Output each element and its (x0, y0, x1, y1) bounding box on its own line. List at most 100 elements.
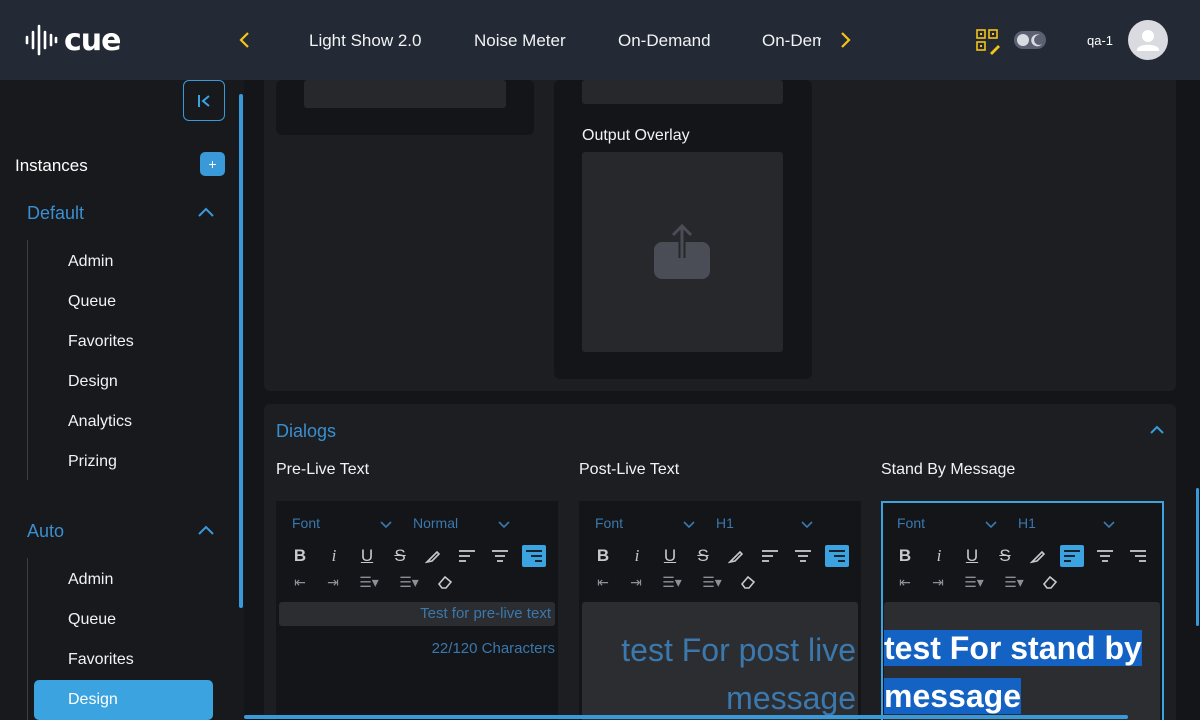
sidebar-item-favorites[interactable]: Favorites (68, 651, 134, 669)
ordered-list-button[interactable]: ☰▾ (960, 573, 988, 591)
align-center-button[interactable] (1094, 546, 1116, 566)
font-select[interactable]: Font (292, 515, 320, 531)
stand-by-editor: Font H1 B i U S ⇤ ⇥ ☰▾ ☰▾ test For stand… (881, 501, 1164, 720)
underline-button[interactable]: U (961, 546, 983, 566)
align-center-icon (795, 550, 811, 562)
sidebar-item-favorites[interactable]: Favorites (68, 333, 134, 351)
strike-button[interactable]: S (994, 546, 1016, 566)
stand-by-input[interactable]: test For stand by message (884, 602, 1160, 720)
chevron-down-icon[interactable] (683, 521, 695, 529)
theme-toggle-icon[interactable] (1014, 31, 1046, 49)
clear-format-button[interactable] (1039, 573, 1061, 591)
sidebar-scrollbar[interactable] (239, 94, 243, 608)
chevron-up-icon[interactable] (197, 524, 215, 536)
italic-button[interactable]: i (626, 546, 648, 566)
align-right-icon (1130, 550, 1146, 562)
size-select[interactable]: H1 (1018, 515, 1036, 531)
vertical-scrollbar[interactable] (1196, 488, 1199, 626)
qr-code-icon[interactable] (976, 29, 1002, 55)
sidebar-item-queue[interactable]: Queue (68, 611, 116, 629)
add-instance-button[interactable]: + (200, 152, 225, 176)
sidebar-item-active-bg[interactable] (34, 680, 213, 720)
indent-button[interactable]: ⇥ (927, 573, 949, 591)
sidebar-item-design-active[interactable]: Design (68, 691, 118, 709)
bold-button[interactable]: B (289, 546, 311, 566)
size-select[interactable]: Normal (413, 515, 458, 531)
avatar[interactable] (1128, 20, 1168, 60)
italic-button[interactable]: i (928, 546, 950, 566)
chevron-down-icon[interactable] (801, 521, 813, 529)
indent-button[interactable]: ⇥ (625, 573, 647, 591)
stand-by-line-2: message (884, 678, 1021, 714)
align-center-button[interactable] (792, 546, 814, 566)
horizontal-scrollbar[interactable] (244, 715, 1128, 719)
ordered-list-button[interactable]: ☰▾ (355, 573, 383, 591)
align-right-button[interactable] (522, 545, 546, 567)
align-left-button[interactable] (759, 546, 781, 566)
highlight-button[interactable] (725, 546, 747, 566)
asset-preview[interactable] (304, 80, 506, 108)
sidebar-item-analytics[interactable]: Analytics (68, 413, 132, 431)
bullet-list-button[interactable]: ☰▾ (697, 573, 727, 591)
stand-by-line-1: test For stand by (884, 630, 1142, 666)
bold-button[interactable]: B (894, 546, 916, 566)
sidebar-item-admin[interactable]: Admin (68, 571, 113, 589)
align-right-button[interactable] (825, 545, 849, 567)
nav-prev-button[interactable] (232, 28, 256, 52)
align-right-icon (526, 550, 542, 562)
nav-next-button[interactable] (834, 28, 858, 52)
tab-on-demand[interactable]: On-Demand (618, 31, 711, 51)
underline-button[interactable]: U (659, 546, 681, 566)
clear-format-button[interactable] (434, 573, 456, 591)
sidebar-item-queue[interactable]: Queue (68, 293, 116, 311)
group-default-title[interactable]: Default (27, 203, 84, 224)
align-center-button[interactable] (489, 546, 511, 566)
strike-button[interactable]: S (692, 546, 714, 566)
username[interactable]: qa-1 (1087, 33, 1113, 48)
pre-live-input[interactable]: Test for pre-live text (279, 602, 555, 626)
strike-button[interactable]: S (389, 546, 411, 566)
dialogs-title[interactable]: Dialogs (276, 421, 336, 442)
font-select[interactable]: Font (897, 515, 925, 531)
underline-button[interactable]: U (356, 546, 378, 566)
collapse-sidebar-button[interactable] (183, 80, 225, 121)
ordered-list-button[interactable]: ☰▾ (658, 573, 686, 591)
indent-button[interactable]: ⇥ (322, 573, 344, 591)
sidebar-item-prizing[interactable]: Prizing (68, 453, 117, 471)
chevron-down-icon[interactable] (1103, 521, 1115, 529)
align-left-button[interactable] (456, 546, 478, 566)
highlight-button[interactable] (422, 546, 444, 566)
tab-on-demand-2[interactable]: On-Dem (762, 31, 821, 51)
chevron-down-icon[interactable] (380, 521, 392, 529)
app-logo[interactable]: cue (24, 22, 121, 58)
bold-button[interactable]: B (592, 546, 614, 566)
align-left-icon (762, 550, 778, 562)
asset-preview[interactable] (582, 80, 783, 104)
chevron-up-icon[interactable] (197, 206, 215, 218)
clear-format-button[interactable] (737, 573, 759, 591)
dialogs-panel: Dialogs Pre-Live Text Post-Live Text Sta… (264, 404, 1176, 720)
post-live-input[interactable]: test For post live message (582, 602, 858, 720)
align-right-button[interactable] (1127, 546, 1149, 566)
sidebar-item-design[interactable]: Design (68, 373, 118, 391)
tab-light-show[interactable]: Light Show 2.0 (309, 31, 421, 51)
chevron-down-icon[interactable] (985, 521, 997, 529)
align-left-button[interactable] (1060, 545, 1084, 567)
tab-noise-meter[interactable]: Noise Meter (474, 31, 566, 51)
chevron-down-icon[interactable] (498, 521, 510, 529)
sidebar-item-admin[interactable]: Admin (68, 253, 113, 271)
font-select[interactable]: Font (595, 515, 623, 531)
italic-button[interactable]: i (323, 546, 345, 566)
chevron-up-icon[interactable] (1149, 424, 1165, 436)
output-overlay-dropzone[interactable] (582, 152, 783, 352)
group-auto-title[interactable]: Auto (27, 521, 64, 542)
bullet-list-button[interactable]: ☰▾ (394, 573, 424, 591)
size-select[interactable]: H1 (716, 515, 734, 531)
highlight-button[interactable] (1027, 546, 1049, 566)
outdent-button[interactable]: ⇤ (894, 573, 916, 591)
align-left-icon (1064, 550, 1080, 562)
align-center-icon (492, 550, 508, 562)
bullet-list-button[interactable]: ☰▾ (999, 573, 1029, 591)
outdent-button[interactable]: ⇤ (592, 573, 614, 591)
outdent-button[interactable]: ⇤ (289, 573, 311, 591)
